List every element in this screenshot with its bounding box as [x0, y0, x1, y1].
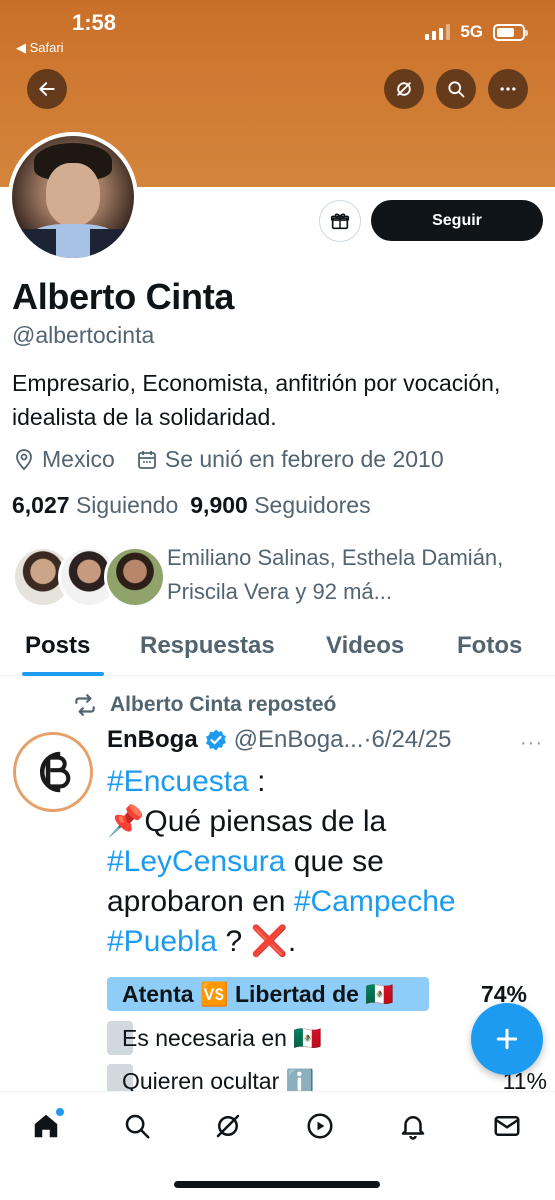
join-date-text: Se unió en febrero de 2010 — [164, 446, 444, 472]
followers-you-know-text: Emiliano Salinas, Esthela Damián, Prisci… — [167, 545, 504, 604]
followers-you-know[interactable]: Emiliano Salinas, Esthela Damián, Prisci… — [12, 541, 542, 611]
mail-icon — [494, 1116, 520, 1136]
gift-button[interactable] — [319, 200, 361, 242]
join-date: Se unió en febrero de 2010 — [135, 446, 444, 473]
search-icon — [125, 1114, 150, 1139]
post-text-segment: 📌Qué piensas de la — [107, 805, 387, 838]
follower-avatar — [104, 546, 166, 608]
tab-replies[interactable]: Respuestas — [140, 632, 275, 660]
tab-videos[interactable]: Videos — [326, 632, 404, 660]
post-text-segment: ? ❌. — [217, 925, 297, 958]
plus-icon — [496, 1028, 518, 1050]
post-author-avatar[interactable] — [13, 732, 93, 812]
location-pin-icon — [16, 448, 32, 470]
followers-count: 9,900 — [190, 492, 248, 518]
following-label: Siguiendo — [75, 492, 179, 518]
home-indicator — [174, 1181, 380, 1188]
post-text: #Encuesta : 📌Qué piensas de la #LeyCensu… — [107, 762, 527, 962]
status-time: 1:58 — [72, 10, 117, 35]
home-notification-dot — [56, 1108, 64, 1116]
enboga-logo-icon — [39, 751, 71, 793]
poll-option[interactable]: Quieren ocultar ℹ️ 11% — [107, 1064, 547, 1091]
following-count: 6,027 — [12, 492, 70, 518]
more-icon — [500, 87, 516, 91]
nav-search[interactable] — [119, 1108, 155, 1144]
avatar[interactable] — [8, 132, 138, 262]
follow-counts: 6,027 Siguiendo 9,900 Seguidores — [12, 492, 371, 519]
post-author-name[interactable]: EnBoga — [107, 726, 198, 754]
battery-icon — [493, 23, 528, 41]
calendar-icon — [137, 450, 156, 469]
active-tab-indicator — [22, 672, 104, 676]
profile-meta: Mexico Se unió en febrero de 2010 — [12, 446, 464, 473]
verified-badge-icon — [205, 729, 226, 751]
location-text: Mexico — [42, 446, 115, 472]
profile-name: Alberto Cinta — [12, 276, 235, 317]
home-icon — [34, 1114, 58, 1138]
bell-icon — [401, 1116, 425, 1140]
followers-link[interactable]: 9,900 Seguidores — [190, 492, 370, 519]
repost-text: Alberto Cinta reposteó — [110, 693, 337, 716]
grok-icon — [397, 82, 411, 96]
back-arrow-icon — [39, 82, 55, 96]
hashtag-link[interactable]: #LeyCensura — [107, 845, 285, 878]
gift-icon — [330, 213, 350, 230]
repost-indicator: Alberto Cinta reposteó — [72, 692, 336, 718]
network-type: 5G — [460, 22, 483, 41]
poll-option-label: Atenta 🆚 Libertad de 🇲🇽 — [122, 981, 394, 1007]
hashtag-link[interactable]: #Campeche — [294, 885, 456, 918]
avatar-photo — [12, 136, 134, 258]
poll-option-label: Es necesaria en 🇲🇽 — [122, 1025, 322, 1051]
hashtag-link[interactable]: #Encuesta — [107, 765, 249, 798]
more-button[interactable] — [488, 69, 528, 109]
video-icon — [307, 1113, 333, 1139]
post-text-segment: : — [248, 765, 266, 798]
post-header: EnBoga @EnBoga...·6/24/25 — [107, 726, 452, 754]
status-indicators: 5G — [425, 22, 528, 42]
nav-notifications[interactable] — [395, 1108, 431, 1144]
post-username-date: @EnBoga...·6/24/25 — [233, 726, 452, 753]
nav-grok[interactable] — [210, 1108, 246, 1144]
search-icon — [448, 81, 465, 98]
repost-icon — [75, 694, 95, 716]
nav-home[interactable] — [28, 1108, 64, 1144]
tab-photos[interactable]: Fotos — [457, 632, 522, 660]
nav-messages[interactable] — [489, 1108, 525, 1144]
profile-handle: @albertocinta — [12, 322, 155, 348]
following-link[interactable]: 6,027 Siguiendo — [12, 492, 178, 519]
grok-button[interactable] — [384, 69, 424, 109]
grok-icon — [216, 1114, 240, 1138]
compose-button[interactable] — [471, 1003, 543, 1075]
back-to-safari[interactable]: ◀ Safari — [16, 40, 64, 56]
followers-label: Seguidores — [254, 492, 371, 518]
search-button[interactable] — [436, 69, 476, 109]
follow-button[interactable]: Seguir — [371, 200, 543, 241]
hashtag-link[interactable]: #Puebla — [107, 925, 217, 958]
tab-posts[interactable]: Posts — [25, 632, 90, 660]
back-button[interactable] — [27, 69, 67, 109]
location: Mexico — [12, 446, 115, 473]
profile-tabs: Posts Respuestas Videos Fotos — [0, 622, 555, 676]
signal-icon — [425, 24, 451, 40]
profile-bio: Empresario, Economista, anfitrión por vo… — [12, 370, 501, 430]
post-more-icon[interactable]: ··· — [520, 732, 543, 755]
poll-option-label: Quieren ocultar ℹ️ — [122, 1068, 315, 1091]
nav-video[interactable] — [302, 1108, 338, 1144]
